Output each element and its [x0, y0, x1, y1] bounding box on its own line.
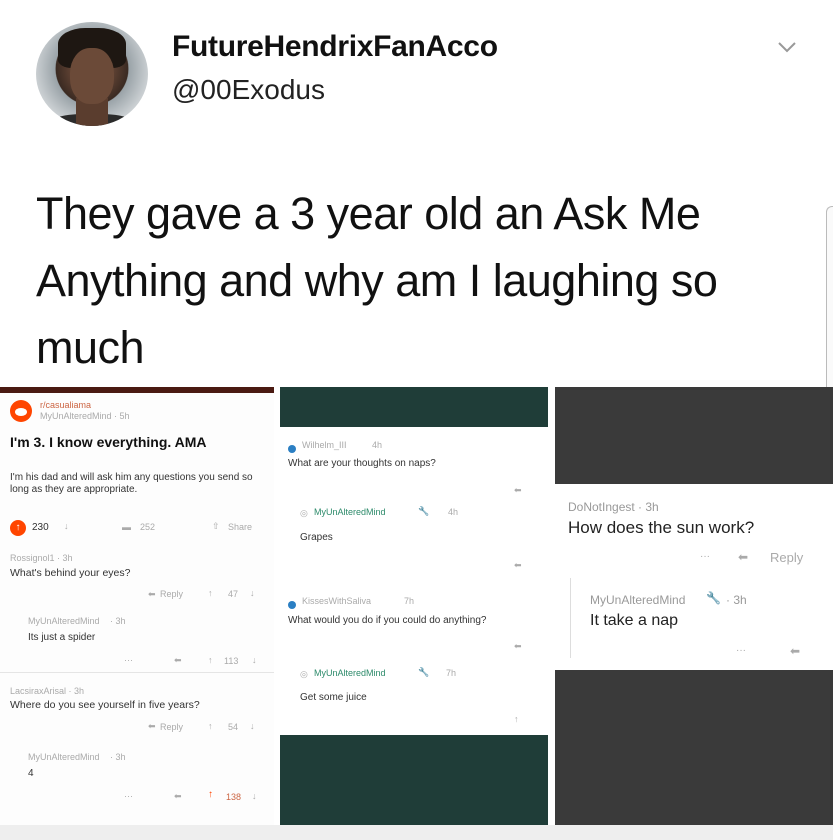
reply-icon[interactable]: ⬅ — [514, 485, 522, 496]
comment-time: 4h — [372, 440, 383, 450]
upvote-icon[interactable]: ↑ — [208, 789, 213, 800]
panel-footer-bar — [280, 735, 548, 825]
wrench-icon: 🔧 — [418, 667, 430, 677]
vote-count: 47 — [228, 589, 239, 599]
comment-icon[interactable]: ▬ — [122, 522, 131, 532]
reply-text: It take a nap — [590, 612, 679, 629]
reply-icon[interactable]: ⬅ — [174, 655, 182, 666]
tweet-text: They gave a 3 year old an Ask Me Anythin… — [36, 188, 718, 373]
subreddit-name[interactable]: r/casualiama — [40, 400, 91, 410]
upvote-icon[interactable]: ↑ — [208, 588, 213, 598]
reply-button[interactable]: Reply — [160, 589, 183, 599]
vote-count: 138 — [226, 792, 242, 802]
reply-icon[interactable]: ⬅ — [514, 641, 522, 652]
wrench-icon: 🔧 — [418, 506, 430, 516]
post-score: 230 — [32, 522, 49, 533]
bottom-edge — [0, 825, 833, 840]
reply-time: · 3h — [110, 616, 126, 626]
comment-text: What are your thoughts on naps? — [288, 458, 436, 469]
reply-text: Grapes — [300, 532, 333, 543]
share-label[interactable]: Share — [228, 522, 252, 532]
reply-button[interactable]: Reply — [160, 722, 183, 732]
reply-user[interactable]: MyUnAlteredMind — [314, 668, 386, 678]
upvote-icon[interactable]: ↑ — [514, 714, 519, 724]
upvote-icon[interactable]: ↑ — [10, 520, 26, 536]
panel-header-bar — [280, 387, 548, 427]
panel-header-dark — [555, 387, 833, 484]
comment-text: What would you do if you could do anythi… — [288, 615, 487, 626]
comment-user[interactable]: LacsiraxArisal · 3h — [10, 686, 84, 696]
reply-time: · 3h — [110, 752, 126, 762]
reply-user[interactable]: MyUnAlteredMind — [28, 616, 100, 626]
reply-user[interactable]: MyUnAlteredMind — [28, 752, 100, 762]
reply-text: Its just a spider — [28, 632, 96, 643]
user-icon: ◎ — [300, 508, 308, 518]
reply-icon[interactable]: ⬅ — [514, 560, 522, 571]
post-title[interactable]: I'm 3. I know everything. AMA — [10, 434, 207, 450]
more-icon[interactable]: ··· — [124, 655, 133, 665]
vote-count: 113 — [224, 656, 239, 666]
reply-text: 4 — [28, 768, 34, 779]
panel-footer-dark — [555, 670, 833, 825]
post-meta: MyUnAlteredMind · 5h — [40, 411, 130, 421]
wrench-icon: 🔧 — [706, 591, 721, 605]
reply-icon[interactable]: ⬅ — [148, 721, 156, 732]
more-icon[interactable]: ··· — [124, 791, 133, 801]
reply-button[interactable]: Reply — [770, 550, 803, 565]
comment-text: How does the sun work? — [568, 518, 755, 537]
comment-user[interactable]: DoNotIngest · 3h — [568, 500, 659, 514]
more-icon[interactable]: ··· — [736, 645, 746, 656]
upvote-icon[interactable]: ↑ — [208, 655, 213, 665]
downvote-icon[interactable]: ↓ — [250, 721, 255, 731]
post-body: I'm his dad and will ask him any questio… — [10, 472, 253, 495]
user-dot-icon — [288, 440, 296, 458]
reply-time: · 3h — [726, 593, 747, 607]
reply-time: 7h — [446, 668, 457, 678]
comment-user[interactable]: Wilhelm_III — [302, 440, 347, 450]
downvote-icon[interactable]: ↓ — [252, 655, 257, 665]
comment-time: 7h — [404, 596, 415, 606]
user-dot-icon — [288, 596, 296, 614]
comment-count: 252 — [140, 522, 156, 532]
comment-user[interactable]: Rossignol1 · 3h — [10, 553, 73, 563]
reddit-snoo-icon — [10, 400, 32, 422]
comment-text: What's behind your eyes? — [10, 567, 131, 579]
reply-icon[interactable]: ⬅ — [790, 644, 800, 658]
more-icon[interactable]: ··· — [700, 551, 710, 562]
reply-text: Get some juice — [300, 692, 367, 703]
upvote-icon[interactable]: ↑ — [208, 721, 213, 731]
downvote-icon[interactable]: ↓ — [250, 588, 255, 598]
avatar[interactable] — [36, 22, 148, 126]
downvote-icon[interactable]: ↓ — [252, 791, 257, 801]
reply-time: 4h — [448, 507, 459, 517]
display-name[interactable]: FutureHendrixFanAcco — [172, 30, 498, 64]
downvote-icon[interactable]: ↓ — [64, 521, 69, 531]
comment-user[interactable]: KissesWithSaliva — [302, 596, 371, 606]
share-icon[interactable]: ⇧ — [212, 521, 220, 532]
reply-icon[interactable]: ⬅ — [148, 589, 156, 600]
reply-icon[interactable]: ⬅ — [174, 791, 182, 802]
comment-text: Where do you see yourself in five years? — [10, 699, 200, 711]
chevron-down-icon[interactable] — [776, 36, 798, 58]
vote-count: 54 — [228, 722, 239, 732]
reply-user[interactable]: MyUnAlteredMind — [590, 593, 685, 607]
reply-icon[interactable]: ⬅ — [738, 550, 748, 564]
user-handle[interactable]: @00Exodus — [172, 74, 325, 106]
reply-user[interactable]: MyUnAlteredMind — [314, 507, 386, 517]
user-icon: ◎ — [300, 669, 308, 679]
